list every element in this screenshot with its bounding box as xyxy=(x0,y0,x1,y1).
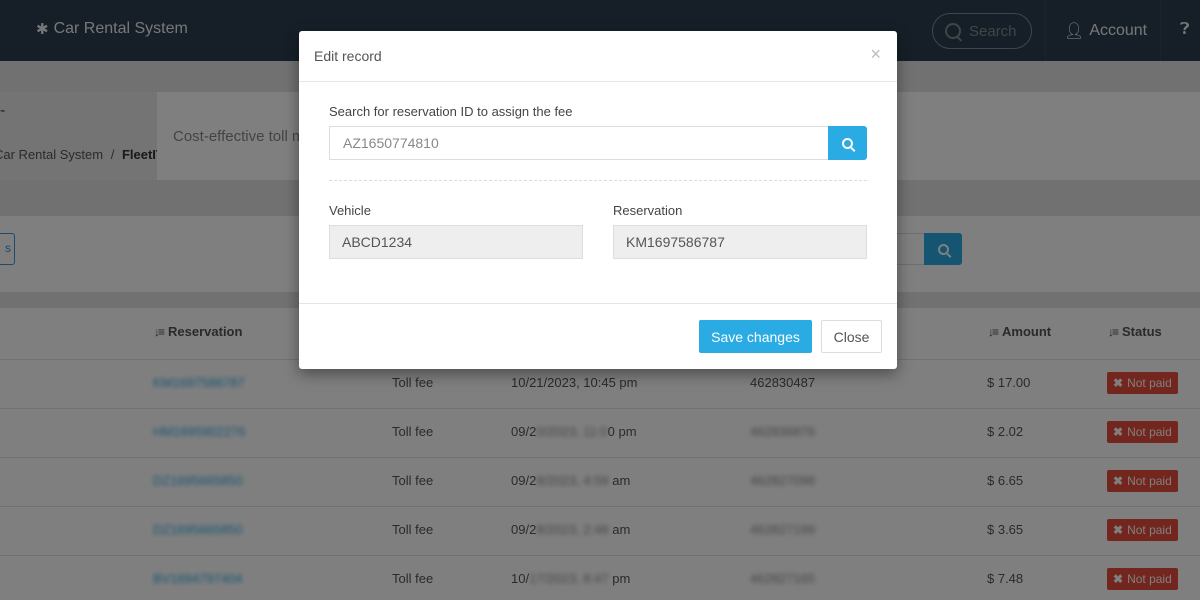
close-icon[interactable]: × xyxy=(870,44,881,65)
vehicle-field xyxy=(329,225,583,259)
modal-title: Edit record xyxy=(314,48,382,64)
vehicle-label: Vehicle xyxy=(329,203,371,218)
reservation-field xyxy=(613,225,867,259)
reservation-label: Reservation xyxy=(613,203,683,218)
form-divider xyxy=(329,180,867,181)
modal-footer: Save changes Close xyxy=(299,303,897,369)
close-button[interactable]: Close xyxy=(821,320,882,353)
save-changes-button[interactable]: Save changes xyxy=(699,320,812,353)
reservation-search-button[interactable] xyxy=(828,126,867,160)
reservation-search-input[interactable] xyxy=(329,126,829,160)
search-icon xyxy=(842,137,853,149)
modal-header: Edit record × xyxy=(299,31,897,82)
edit-record-modal: Edit record × Search for reservation ID … xyxy=(299,31,897,369)
reservation-search-label: Search for reservation ID to assign the … xyxy=(329,104,573,119)
